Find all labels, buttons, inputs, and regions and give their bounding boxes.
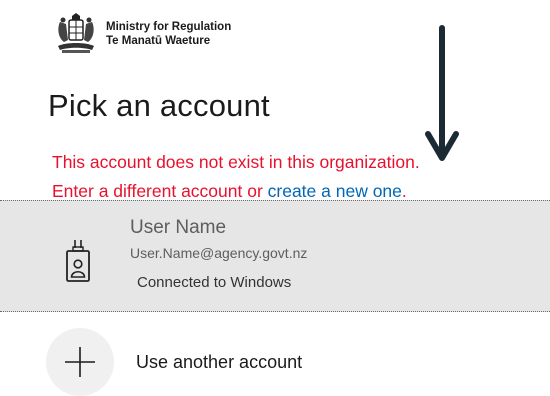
account-name: User Name — [130, 217, 227, 238]
error-line-2-suffix: . — [401, 181, 407, 201]
org-name: Ministry for Regulation Te Manatū Waetur… — [106, 20, 231, 48]
error-message: This account does not exist in this orga… — [52, 148, 420, 206]
org-name-english: Ministry for Regulation — [106, 21, 232, 33]
account-status: Connected to Windows — [137, 274, 292, 291]
account-email: User.Name@agency.govt.nz — [130, 245, 308, 261]
use-another-account-label: Use another account — [136, 351, 303, 372]
org-name-maori: Te Manatū Waeture — [106, 35, 211, 47]
down-arrow-icon — [425, 25, 459, 161]
error-line-2-prefix: Enter a different account or — [52, 181, 268, 201]
error-line-1: This account does not exist in this orga… — [52, 152, 420, 172]
org-header: Ministry for Regulation Te Manatū Waetur… — [52, 10, 231, 58]
create-account-link[interactable]: create a new one — [268, 181, 402, 201]
id-badge-icon — [66, 240, 90, 282]
nz-coat-of-arms-icon — [58, 13, 94, 53]
account-tile[interactable]: User Name User.Name@agency.govt.nz Conne… — [0, 200, 550, 312]
page-title: Pick an account — [48, 88, 270, 123]
use-another-account-button[interactable]: Use another account — [46, 328, 446, 396]
plus-icon — [46, 328, 114, 396]
